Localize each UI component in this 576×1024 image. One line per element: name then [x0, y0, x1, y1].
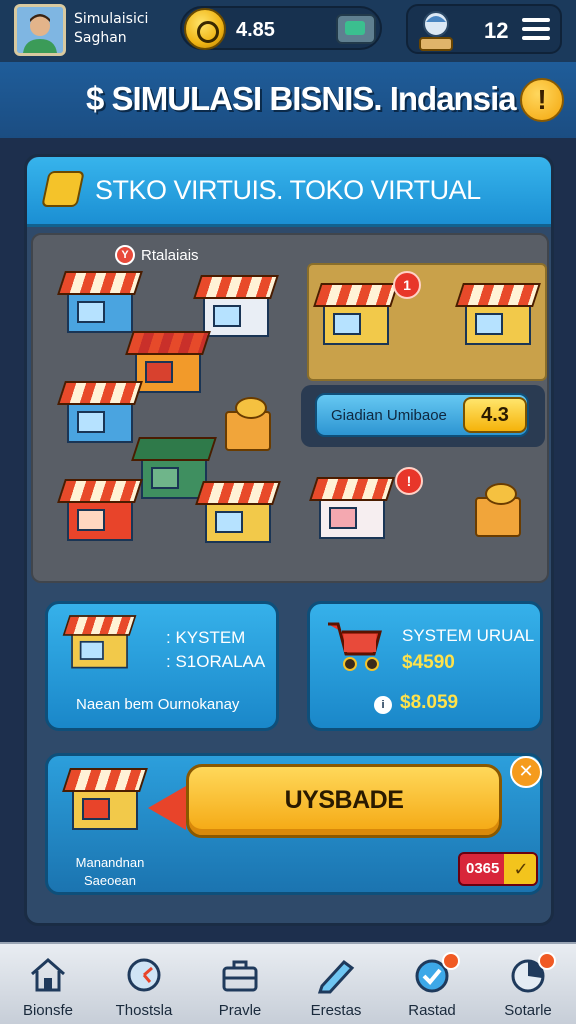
card-left-line1: : KYSTEM — [166, 628, 246, 647]
map-label: Rtalaiais — [141, 247, 199, 264]
upgrade-store-icon — [62, 762, 148, 832]
notification-badge: 1 — [393, 271, 421, 299]
upgrade-caption-line1: Manandnan — [75, 855, 145, 870]
nav-label: Thostsla — [115, 1002, 173, 1019]
game-title: $ SIMULASI BISNIS. Indansia — [86, 80, 517, 117]
worker-icon — [419, 11, 453, 51]
player-name: Simulaisici Saghan — [74, 10, 148, 48]
store-map[interactable]: Y Rtalaiais 1 Giadian Umibaoe 4.3 ! — [31, 233, 549, 583]
upgrade-chip-label: Giadian Umibaoe — [331, 407, 447, 424]
cost-confirm-button[interactable]: 0365 ✓ — [458, 852, 538, 886]
cash-icon[interactable] — [336, 14, 376, 44]
store-icon — [62, 610, 137, 670]
nav-item-clock[interactable]: Thostsla — [96, 952, 192, 1022]
shop-building[interactable] — [309, 471, 395, 541]
upgrade-caption: Manandnan Saeoean — [62, 854, 158, 890]
level-counter: 12 — [406, 4, 562, 54]
upgrade-chip-button[interactable]: Giadian Umibaoe 4.3 — [315, 393, 529, 437]
ticket-icon — [41, 171, 85, 207]
shop-building[interactable] — [57, 375, 143, 445]
upgrade-caption-line2: Saeoean — [83, 873, 137, 888]
shop-building[interactable] — [57, 473, 143, 543]
menu-icon[interactable] — [522, 18, 550, 40]
nav-item-stats[interactable]: Sotarle — [480, 952, 576, 1022]
top-bar: Simulaisici Saghan 4.85 12 — [0, 0, 576, 62]
card-right-title: SYSTEM URUAL — [402, 626, 535, 645]
home-icon — [31, 958, 65, 992]
card-right-balance: $8.059 — [400, 692, 459, 713]
notification-badge — [442, 952, 460, 970]
player-name-line2: Saghan — [74, 30, 127, 46]
shop-building[interactable] — [57, 265, 143, 335]
shop-building[interactable] — [195, 475, 281, 545]
upgrade-chip-value: 4.3 — [463, 397, 527, 433]
cost-value: 0365 — [466, 860, 500, 877]
system-store-card[interactable]: : KYSTEM : S1ORALAA Naean bem Ournokanay — [45, 601, 279, 731]
nav-label: Rastad — [408, 1002, 456, 1019]
alert-badge: ! — [395, 467, 423, 495]
card-left-line2: : S1ORALAA — [166, 652, 266, 671]
nav-item-check[interactable]: Rastad — [384, 952, 480, 1022]
selected-store-zone[interactable]: 1 — [307, 263, 547, 381]
nav-label: Erestas — [310, 1002, 362, 1019]
nav-label: Sotarle — [504, 1002, 552, 1019]
arrow-pointer-icon — [148, 786, 186, 830]
coin-icon — [184, 8, 226, 50]
bottom-nav: Bionsfe Thostsla Pravle Erestas Rastad S… — [0, 942, 576, 1024]
notification-badge — [538, 952, 556, 970]
close-button[interactable]: ✕ — [510, 756, 542, 788]
help-button[interactable]: ! — [520, 78, 564, 122]
map-label-badge: Y — [115, 245, 135, 265]
level-value: 12 — [484, 18, 509, 43]
shopping-cart-icon — [328, 622, 382, 671]
info-icon: i — [374, 696, 392, 714]
nav-label: Bionsfe — [22, 1002, 74, 1019]
title-bar: $ SIMULASI BISNIS. Indansia ! — [0, 62, 576, 138]
nav-item-pencil[interactable]: Erestas — [288, 952, 384, 1022]
crate-icon — [475, 483, 521, 537]
shop-building[interactable] — [193, 269, 279, 339]
coin-value: 4.85 — [236, 19, 275, 41]
upgrade-chip: Giadian Umibaoe 4.3 — [301, 385, 545, 447]
shop-with-cart[interactable] — [455, 277, 541, 347]
player-name-line1: Simulaisici — [74, 11, 149, 27]
nav-item-briefcase[interactable]: Pravle — [192, 952, 288, 1022]
crate-icon — [225, 397, 271, 451]
clock-icon — [127, 958, 161, 992]
pencil-icon — [317, 959, 355, 994]
upgrade-button[interactable]: UYSBADE — [186, 764, 502, 838]
nav-label: Pravle — [218, 1002, 262, 1019]
checkmark-icon: ✓ — [504, 854, 536, 884]
briefcase-icon — [222, 960, 258, 992]
avatar-icon — [17, 7, 63, 53]
shop-with-cart[interactable] — [313, 277, 399, 347]
upgrade-panel: UYSBADE ✕ Manandnan Saeoean 0365 ✓ — [45, 753, 543, 895]
player-avatar[interactable] — [14, 4, 66, 56]
card-left-note: Naean bem Ournokanay — [76, 696, 240, 713]
system-virtual-card[interactable]: SYSTEM URUAL $4590 i $8.059 — [307, 601, 543, 731]
card-right-price: $4590 — [402, 652, 455, 673]
nav-item-home[interactable]: Bionsfe — [0, 952, 96, 1022]
store-panel: STKO VIRTUIS. TOKO VIRTUAL Y Rtalaiais 1… — [24, 154, 554, 926]
panel-title: STKO VIRTUIS. TOKO VIRTUAL — [95, 175, 481, 205]
coin-counter[interactable]: 4.85 — [180, 6, 382, 50]
panel-header: STKO VIRTUIS. TOKO VIRTUAL — [27, 157, 551, 227]
